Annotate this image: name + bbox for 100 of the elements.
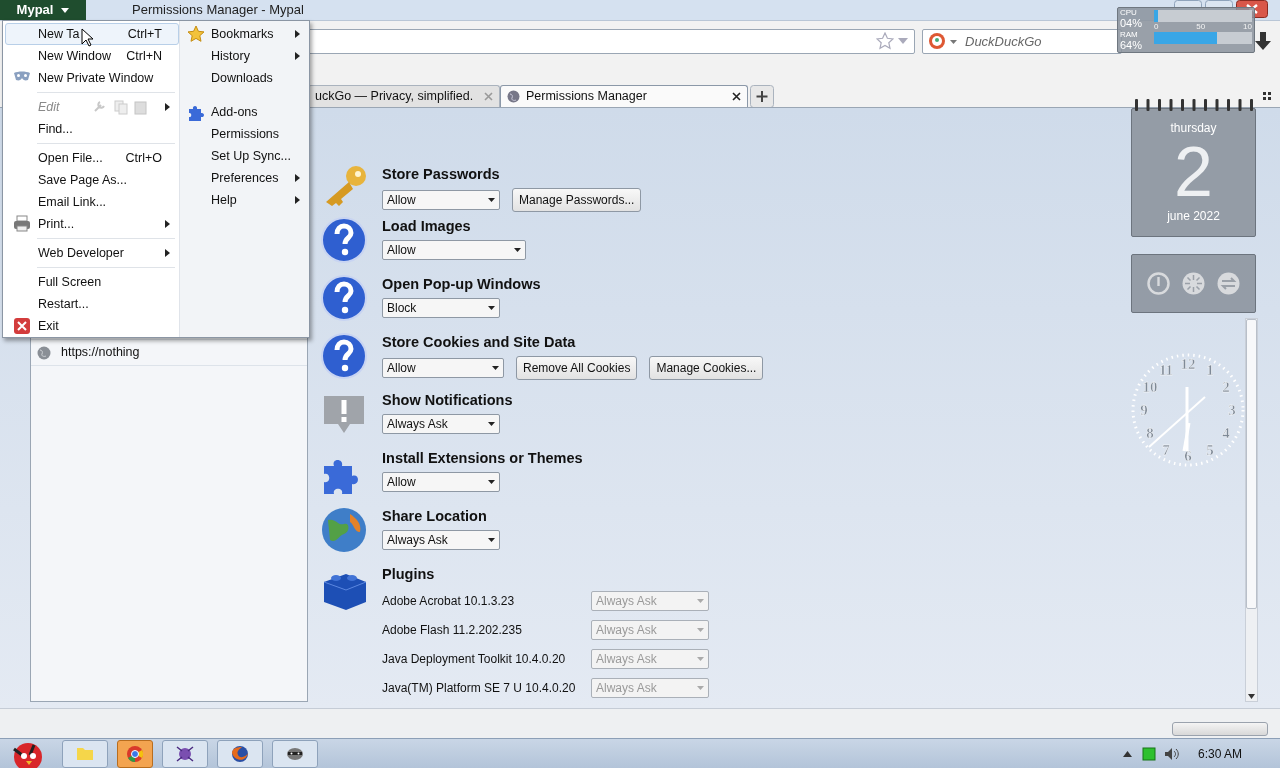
permission-title: Plugins bbox=[382, 565, 436, 584]
menu-item[interactable]: Permissions bbox=[180, 123, 309, 145]
clock-time: 6:30 AM bbox=[1197, 745, 1242, 763]
scale-label: 10 bbox=[1243, 22, 1252, 32]
speaker-icon[interactable] bbox=[1163, 746, 1180, 761]
sleep-icon[interactable] bbox=[1182, 272, 1205, 295]
globe-icon bbox=[320, 506, 368, 554]
browser-tab[interactable]: Permissions Manager bbox=[500, 85, 748, 107]
taskbar-button[interactable] bbox=[217, 739, 263, 768]
menu-item[interactable]: Find... bbox=[5, 118, 179, 140]
switch-user-icon[interactable] bbox=[1217, 272, 1240, 295]
scale-label: 50 bbox=[1196, 22, 1206, 32]
taskbar-button[interactable] bbox=[162, 739, 208, 768]
download-icon[interactable] bbox=[1254, 31, 1272, 51]
clock-numeral: 11 bbox=[1158, 362, 1174, 379]
clock-numeral: 2 bbox=[1222, 379, 1230, 395]
caret-icon bbox=[697, 686, 704, 691]
clock-numeral: 10 bbox=[1142, 379, 1158, 395]
question-icon bbox=[320, 274, 368, 322]
power-icon[interactable] bbox=[1147, 272, 1170, 295]
menu-item[interactable]: Exit bbox=[5, 315, 179, 337]
permission-button[interactable]: Manage Cookies... bbox=[649, 355, 764, 380]
clock-numeral: 7 bbox=[1162, 441, 1170, 458]
minimize-button[interactable] bbox=[1174, 0, 1202, 7]
caret-icon bbox=[61, 7, 70, 13]
mouse-cursor-icon bbox=[81, 28, 95, 48]
grid-icon[interactable] bbox=[1262, 91, 1272, 101]
permission-dropdown[interactable]: Always Ask bbox=[382, 413, 500, 434]
scrollbar-thumb[interactable] bbox=[1246, 319, 1257, 609]
menu-item[interactable]: Full Screen bbox=[5, 271, 179, 293]
clock-numeral: 6 bbox=[1184, 448, 1192, 464]
scale-label: 0 bbox=[1154, 22, 1159, 32]
clock-numeral: 1 bbox=[1206, 362, 1214, 379]
printer-icon bbox=[13, 215, 31, 233]
ram-value: 64% bbox=[1120, 40, 1144, 50]
maximize-button[interactable] bbox=[1205, 0, 1233, 7]
clock-numeral: 12 bbox=[1180, 356, 1196, 372]
menu-item[interactable]: History bbox=[180, 45, 309, 67]
scrollbar[interactable] bbox=[1245, 318, 1258, 702]
search-field[interactable]: DuckDuckGo bbox=[922, 28, 1122, 54]
caret-icon bbox=[697, 599, 704, 604]
permission-dropdown[interactable]: Always Ask bbox=[382, 529, 500, 550]
plugin-name: Java(TM) Platform SE 7 U 10.4.0.20 bbox=[382, 680, 577, 698]
puzzle-icon bbox=[187, 103, 205, 121]
caret-icon bbox=[950, 39, 957, 44]
clock-numeral: 8 bbox=[1146, 425, 1154, 441]
duck-icon[interactable] bbox=[928, 32, 946, 50]
scroll-down-icon[interactable] bbox=[1248, 693, 1255, 699]
menu-item[interactable]: Preferences bbox=[180, 167, 309, 189]
star-icon[interactable] bbox=[876, 32, 894, 50]
caret-icon bbox=[488, 421, 495, 426]
permission-dropdown[interactable]: Allow bbox=[382, 471, 500, 492]
site-list-item[interactable]: https://nothing bbox=[31, 339, 307, 366]
permission-title: Share Location bbox=[382, 507, 488, 526]
permission-button[interactable]: Remove All Cookies bbox=[516, 355, 638, 380]
permission-title: Show Notifications bbox=[382, 391, 513, 410]
menu-item[interactable]: Downloads bbox=[180, 67, 309, 89]
caret-icon bbox=[492, 365, 499, 370]
menu-item[interactable]: Add-ons bbox=[180, 101, 309, 123]
dropdown-icon[interactable] bbox=[898, 38, 908, 44]
question-icon bbox=[320, 332, 368, 380]
clock-numeral: 3 bbox=[1228, 402, 1236, 418]
question-icon bbox=[320, 216, 368, 264]
caret-icon bbox=[488, 305, 495, 310]
calendar-weekday: thursday bbox=[1170, 120, 1217, 137]
menu-item[interactable]: Bookmarks bbox=[180, 23, 309, 45]
app-menu-button[interactable]: Mypal bbox=[0, 0, 86, 20]
plugin-name: Java Deployment Toolkit 10.4.0.20 bbox=[382, 651, 567, 669]
menu-item[interactable]: New Ta Ctrl+T bbox=[5, 23, 179, 45]
menu-item[interactable]: Restart... bbox=[5, 293, 179, 315]
ram-label: RAM bbox=[1120, 30, 1139, 40]
cpu-value: 04% bbox=[1120, 18, 1144, 28]
menu-item[interactable]: Email Link... bbox=[5, 191, 179, 213]
permission-dropdown[interactable]: Allow bbox=[382, 239, 526, 260]
clock-numeral: 5 bbox=[1206, 441, 1214, 458]
tray-arrow-icon[interactable] bbox=[1122, 750, 1132, 757]
caret-icon bbox=[488, 479, 495, 484]
close-icon[interactable] bbox=[732, 92, 741, 101]
browser-tab[interactable]: uckGo — Privacy, simplified. bbox=[308, 85, 500, 107]
permission-dropdown[interactable]: Allow bbox=[382, 357, 504, 378]
network-icon[interactable] bbox=[1141, 746, 1156, 761]
menu-item[interactable]: New Window Ctrl+N bbox=[5, 45, 179, 67]
menu-item[interactable]: Save Page As... bbox=[5, 169, 179, 191]
taskbar-button[interactable] bbox=[272, 739, 318, 768]
globe-icon bbox=[37, 345, 51, 360]
menu-item[interactable]: Help bbox=[180, 189, 309, 211]
permission-title: Store Cookies and Site Data bbox=[382, 333, 577, 352]
caret-icon bbox=[488, 537, 495, 542]
star-icon bbox=[187, 25, 205, 43]
menu-item[interactable]: Web Developer bbox=[5, 242, 179, 264]
clock-numeral: 4 bbox=[1222, 425, 1230, 441]
new-tab-button[interactable] bbox=[750, 85, 774, 107]
permission-dropdown[interactable]: Allow bbox=[382, 189, 500, 210]
menu-item[interactable]: New Private Window bbox=[5, 67, 179, 89]
permission-dropdown[interactable]: Block bbox=[382, 297, 500, 318]
menu-item[interactable]: Set Up Sync... bbox=[180, 145, 309, 167]
permission-title: Install Extensions or Themes bbox=[382, 449, 583, 468]
menu-item[interactable]: Print... bbox=[5, 213, 179, 235]
menu-item[interactable]: Open File... Ctrl+O bbox=[5, 147, 179, 169]
permission-button[interactable]: Manage Passwords... bbox=[512, 187, 642, 212]
